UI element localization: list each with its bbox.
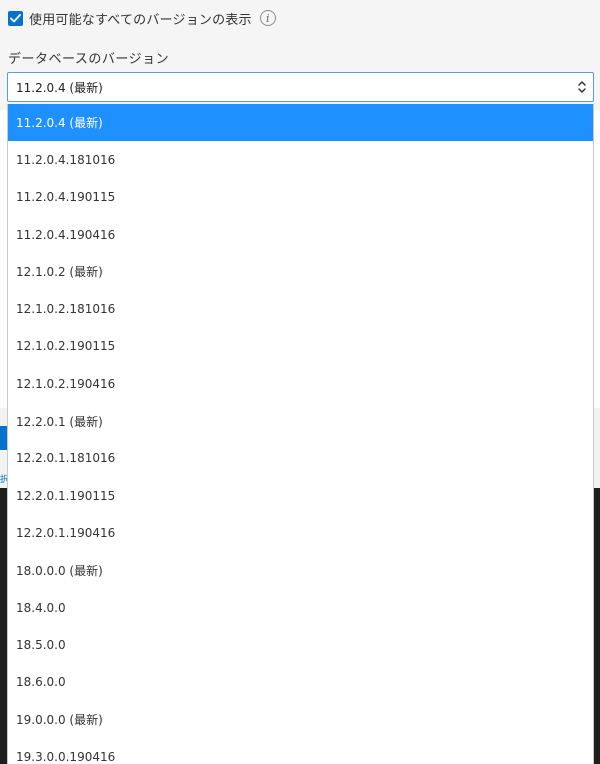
database-version-label: データベースのバージョン [8, 52, 170, 67]
dropdown-option[interactable]: 18.5.0.0 [8, 626, 593, 663]
select-current-value: 11.2.0.4 (最新) [16, 80, 103, 95]
version-dropdown-list[interactable]: 11.2.0.4 (最新) 11.2.0.4.181016 11.2.0.4.190… [7, 104, 594, 764]
dropdown-option[interactable]: 12.2.0.1.190416 [8, 514, 593, 551]
show-all-versions-row[interactable]: 使用可能なすべてのバージョンの表示 i [8, 8, 276, 28]
checkmark-icon [10, 13, 21, 22]
dropdown-option[interactable]: 19.0.0.0 (最新) [8, 701, 593, 738]
show-all-versions-label: 使用可能なすべてのバージョンの表示 [29, 12, 252, 28]
dropdown-option[interactable]: 18.0.0.0 (最新) [8, 552, 593, 589]
dropdown-option[interactable]: 12.2.0.1 (最新) [8, 402, 593, 439]
dropdown-option[interactable]: 18.6.0.0 [8, 663, 593, 700]
dropdown-option[interactable]: 18.4.0.0 [8, 589, 593, 626]
dropdown-option[interactable]: 12.1.0.2 (最新) [8, 253, 593, 290]
dropdown-option[interactable]: 19.3.0.0.190416 [8, 738, 593, 764]
dropdown-option[interactable]: 12.1.0.2.190416 [8, 365, 593, 402]
dropdown-option[interactable]: 12.1.0.2.190115 [8, 328, 593, 365]
show-all-versions-checkbox[interactable] [8, 10, 23, 26]
info-icon[interactable]: i [259, 10, 276, 26]
select-up-down-icon [578, 81, 586, 93]
top-panel: 使用可能なすべてのバージョンの表示 i データベースのバージョン 11.2.0.… [0, 0, 600, 110]
database-version-select[interactable]: 11.2.0.4 (最新) [7, 72, 594, 102]
dropdown-option[interactable]: 11.2.0.4 (最新) [8, 104, 593, 142]
dropdown-option[interactable]: 12.2.0.1.181016 [8, 440, 593, 477]
dropdown-option[interactable]: 12.1.0.2.181016 [8, 290, 593, 327]
dropdown-option[interactable]: 11.2.0.4.190416 [8, 216, 593, 253]
dropdown-option[interactable]: 11.2.0.4.190115 [8, 179, 593, 216]
dropdown-option[interactable]: 12.2.0.1.190115 [8, 477, 593, 514]
dropdown-option[interactable]: 11.2.0.4.181016 [8, 141, 593, 178]
